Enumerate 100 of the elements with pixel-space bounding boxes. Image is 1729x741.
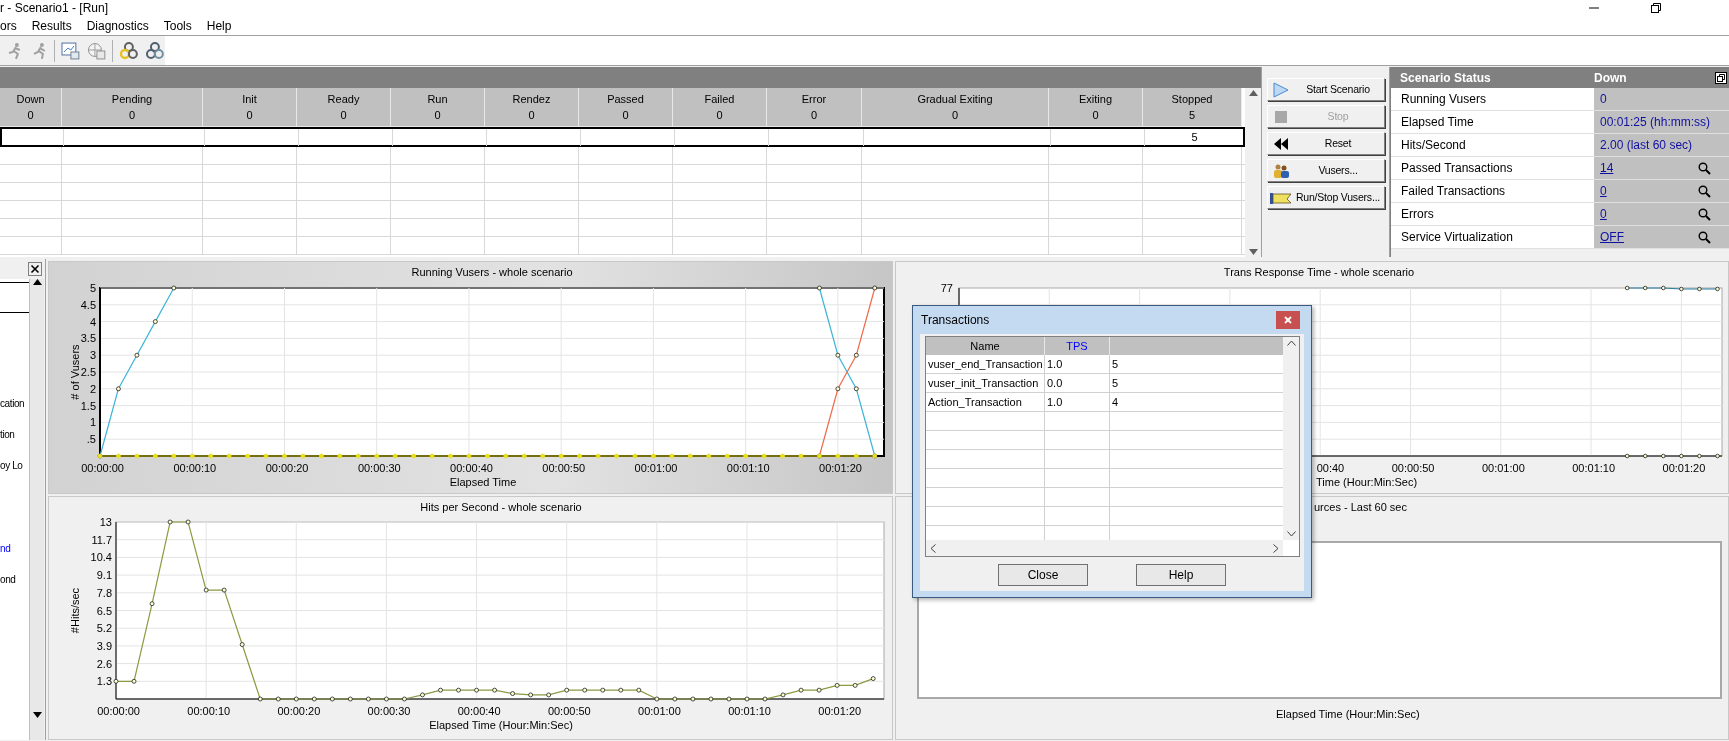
search-icon[interactable]	[1698, 161, 1711, 175]
scroll-right-icon[interactable]	[1273, 543, 1279, 553]
rewind-icon	[1274, 137, 1288, 150]
column-header[interactable]: Rendez 0	[485, 88, 579, 127]
axis-tick-label: 5	[89, 282, 96, 294]
menu-item[interactable]: Diagnostics	[86, 16, 149, 35]
table-cell: vuser_end_Transaction	[926, 355, 1045, 373]
column-header[interactable]: Init 0	[203, 88, 297, 127]
scroll-down-icon[interactable]	[1286, 531, 1296, 537]
data-point	[167, 519, 173, 525]
column-header[interactable]: Run 0	[391, 88, 485, 127]
axis-tick-label: 00:00:30	[367, 705, 411, 717]
data-point	[152, 319, 158, 324]
scrollbar[interactable]	[1283, 337, 1299, 540]
search-icon[interactable]	[1698, 230, 1711, 244]
data-point	[762, 696, 768, 702]
scroll-left-icon[interactable]	[930, 543, 936, 553]
data-point	[438, 687, 443, 693]
column-header[interactable]: TPS	[1045, 337, 1110, 355]
status-label: Passed Transactions	[1391, 157, 1594, 179]
dialog-button[interactable]: Help	[1136, 564, 1226, 586]
tree-item[interactable]: oy Lo	[0, 459, 23, 472]
column-header[interactable]: Stopped 5	[1143, 88, 1242, 127]
data-point	[152, 453, 158, 459]
data-point	[189, 453, 195, 459]
restore-icon[interactable]	[1651, 3, 1661, 13]
data-point	[835, 453, 841, 459]
table-cell: 1.0	[1045, 393, 1110, 411]
play-icon	[1272, 80, 1290, 99]
status-link[interactable]: OFF	[1600, 228, 1624, 246]
chart-title: urces - Last 60 sec	[1314, 499, 1407, 515]
menu-item[interactable]: ors	[0, 16, 17, 35]
column-header[interactable]: Ready 0	[297, 88, 391, 127]
data-point	[113, 678, 119, 684]
axis-title: Elapsed Time (Hour:Min:Sec)	[1276, 706, 1420, 722]
column-header[interactable]: Gradual Exiting 0	[862, 88, 1049, 127]
axis-tick-label: 3.5	[80, 332, 96, 345]
data-point	[798, 453, 804, 459]
axis-tick-label: 3.9	[96, 639, 112, 652]
toolbar-button[interactable]: Run/Stop Vusers...	[1267, 186, 1385, 209]
data-point	[185, 519, 191, 525]
chart-icon[interactable]	[60, 41, 81, 60]
data-point	[706, 453, 712, 459]
axis-tick-label: 2	[89, 382, 96, 395]
toolbar-button[interactable]: Vusers...	[1267, 159, 1385, 182]
dialog-button[interactable]: Close	[998, 564, 1088, 586]
tree-item[interactable]: tion	[0, 428, 15, 441]
menu-item[interactable]: Help	[206, 16, 232, 35]
scroll-up-icon[interactable]	[1286, 340, 1296, 346]
data-point	[564, 687, 570, 693]
data-point	[263, 453, 269, 459]
tree-item[interactable]: cation	[0, 397, 25, 410]
data-point	[134, 352, 140, 358]
toolbar-button[interactable]: Start Scenario	[1267, 78, 1385, 101]
menu-item[interactable]: Results	[31, 16, 72, 35]
tree-link[interactable]: nd	[0, 542, 11, 555]
menu-item[interactable]: Tools	[163, 16, 192, 35]
toolbar-button[interactable]: Reset	[1267, 132, 1385, 155]
data-point	[582, 687, 588, 693]
column-header[interactable]: Name	[926, 337, 1045, 355]
circles-icon[interactable]	[119, 41, 140, 60]
column-header[interactable]: Down 0	[0, 88, 62, 127]
axis-tick-label: 00:00:40	[457, 705, 501, 717]
search-icon[interactable]	[1698, 207, 1711, 221]
column-header[interactable]: Exiting 0	[1049, 88, 1143, 127]
data-point	[293, 696, 299, 702]
data-point	[872, 285, 878, 291]
data-point	[257, 696, 263, 702]
status-link[interactable]: 14	[1600, 159, 1614, 177]
axis-tick-label: 00:01:20	[819, 462, 862, 474]
column-header[interactable]: Pending 0	[62, 88, 203, 127]
data-point	[239, 642, 245, 647]
status-link[interactable]: 0	[1600, 182, 1607, 200]
data-point	[632, 453, 638, 459]
table-row[interactable]: 5	[0, 127, 1245, 147]
scroll-down-icon[interactable]	[32, 712, 42, 718]
data-point	[672, 696, 678, 702]
data-point	[329, 696, 335, 702]
data-point	[355, 453, 361, 459]
data-point	[654, 696, 660, 702]
panel-title: Scenario Status	[1399, 69, 1492, 87]
column-header[interactable]: Failed 0	[673, 88, 767, 127]
column-header[interactable]: Passed 0	[579, 88, 673, 127]
data-point	[366, 696, 371, 702]
data-point	[835, 352, 841, 358]
scrollbar[interactable]	[926, 540, 1283, 556]
column-header[interactable]: Error 0	[767, 88, 862, 127]
data-point	[503, 453, 509, 459]
restore-icon[interactable]	[1715, 71, 1727, 84]
axis-tick-label: 00:00:10	[187, 705, 231, 717]
data-point	[614, 453, 619, 459]
scroll-up-icon[interactable]	[32, 279, 42, 285]
search-icon[interactable]	[1698, 184, 1711, 198]
tree-item[interactable]: ond	[0, 573, 16, 586]
close-icon[interactable]	[28, 262, 42, 276]
scrollbar[interactable]	[29, 279, 44, 740]
circles-icon[interactable]	[145, 41, 165, 60]
status-label: Hits/Second	[1391, 134, 1594, 156]
status-link[interactable]: 0	[1600, 205, 1607, 223]
data-point	[636, 687, 642, 693]
